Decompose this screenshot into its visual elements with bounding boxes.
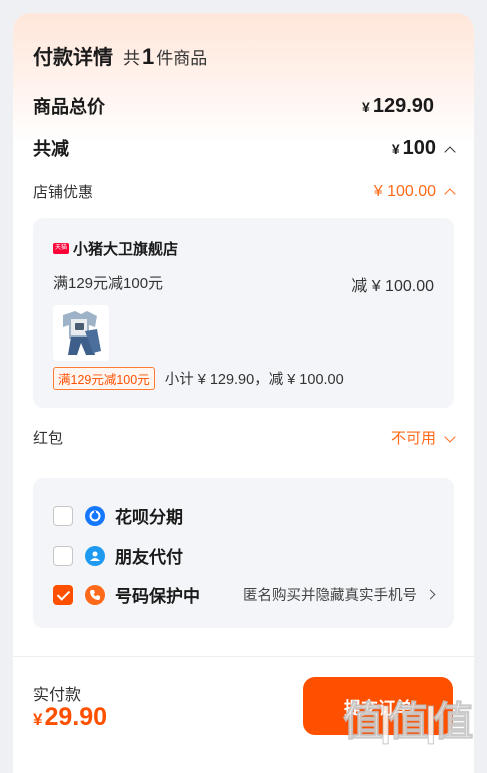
huabei-label: 花呗分期 bbox=[115, 508, 183, 527]
shop-discount-panel: 天猫 小猪大卫旗舰店 满129元减100元 减 ¥ 100.00 满129元减1… bbox=[33, 218, 454, 408]
option-friend-pay[interactable]: 朋友代付 bbox=[53, 543, 434, 568]
shop-name: 小猪大卫旗舰店 bbox=[73, 241, 179, 258]
promo-tag: 满129元减100元 bbox=[53, 367, 155, 390]
total-price-value: ¥129.90 bbox=[362, 94, 434, 117]
promo-row: 满129元减100元 减 ¥ 100.00 bbox=[53, 272, 434, 296]
actual-payment-label: 实付款 bbox=[33, 687, 82, 704]
option-phone-protect[interactable]: 号码保护中 匿名购买并隐藏真实手机号 bbox=[53, 582, 436, 607]
store-discount-row[interactable]: 店铺优惠 ¥ 100.00 bbox=[33, 181, 456, 202]
red-packet-row[interactable]: 红包 不可用 bbox=[33, 427, 456, 448]
phone-protect-checkbox[interactable] bbox=[53, 584, 73, 605]
total-price-row: 商品总价 ¥129.90 bbox=[33, 93, 454, 119]
promo-value: 减 ¥ 100.00 bbox=[351, 278, 434, 295]
phone-protect-icon bbox=[85, 584, 105, 605]
shop-subtotal: 小计 ¥ 129.90，减 ¥ 100.00 bbox=[164, 372, 344, 388]
option-huabei[interactable]: 花呗分期 bbox=[53, 503, 434, 528]
chevron-up-icon bbox=[444, 187, 456, 200]
chevron-down-icon bbox=[444, 431, 456, 443]
page-title: 付款详情 bbox=[33, 47, 113, 69]
huabei-checkbox[interactable] bbox=[53, 505, 73, 526]
tmall-badge-icon: 天猫 bbox=[53, 243, 69, 254]
payment-options-panel: 花呗分期 朋友代付 号码保护中 匿名购买并隐藏真实手机号 bbox=[33, 478, 454, 628]
discount-label: 共减 bbox=[33, 139, 69, 159]
promo-tag-row: 满129元减100元 小计 ¥ 129.90，减 ¥ 100.00 bbox=[53, 367, 344, 390]
product-thumbnail bbox=[53, 305, 109, 361]
friend-pay-icon bbox=[85, 545, 105, 566]
store-discount-label: 店铺优惠 bbox=[33, 184, 94, 201]
phone-protect-hint[interactable]: 匿名购买并隐藏真实手机号 bbox=[243, 584, 436, 605]
red-packet-value[interactable]: 不可用 bbox=[391, 427, 456, 448]
promo-label: 满129元减100元 bbox=[53, 275, 164, 292]
header: 付款详情 共1 件商品 bbox=[33, 41, 207, 70]
watermark-site: zhizhizhi.com bbox=[349, 756, 458, 773]
actual-payment-amount: ¥29.90 bbox=[33, 703, 108, 731]
watermark-logo: 值|值|值 bbox=[342, 700, 473, 745]
chevron-up-icon bbox=[444, 145, 456, 158]
footer-divider bbox=[13, 656, 474, 657]
red-packet-label: 红包 bbox=[33, 430, 64, 447]
store-discount-value[interactable]: ¥ 100.00 bbox=[374, 183, 456, 201]
item-count: 共1 件商品 bbox=[123, 44, 208, 69]
phone-protect-label: 号码保护中 bbox=[115, 587, 200, 606]
friend-pay-label: 朋友代付 bbox=[115, 548, 183, 567]
friend-pay-checkbox[interactable] bbox=[53, 545, 73, 566]
chevron-right-icon bbox=[425, 589, 436, 600]
discount-row[interactable]: 共减 ¥100 bbox=[33, 135, 456, 161]
discount-value[interactable]: ¥100 bbox=[392, 137, 456, 160]
huabei-icon bbox=[85, 505, 105, 526]
shop-header: 天猫 小猪大卫旗舰店 bbox=[53, 238, 178, 259]
total-price-label: 商品总价 bbox=[33, 97, 105, 117]
payment-details-card: 付款详情 共1 件商品 商品总价 ¥129.90 共减 ¥100 店铺优惠 ¥ 1… bbox=[13, 13, 474, 773]
